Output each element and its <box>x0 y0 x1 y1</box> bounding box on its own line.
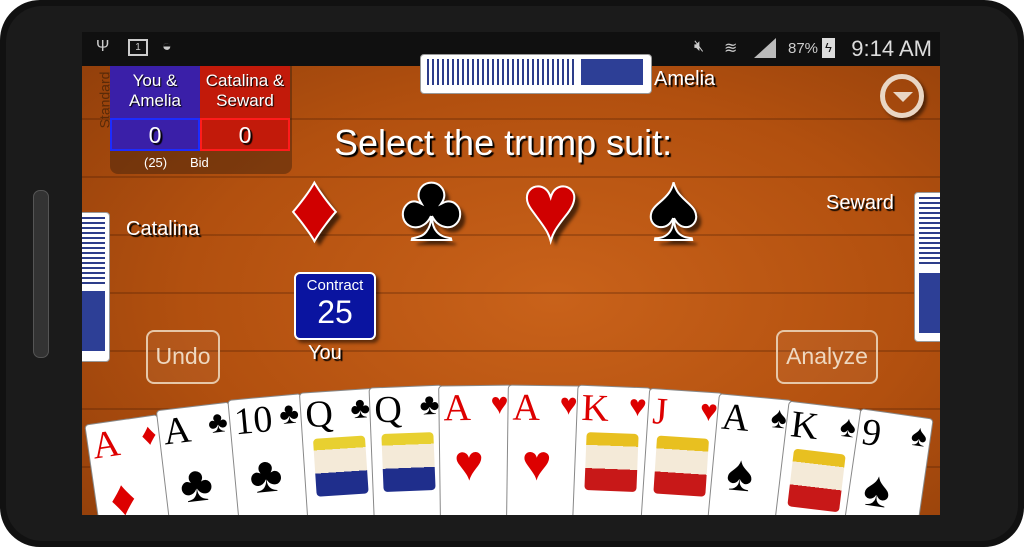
team2-name: Catalina & Seward <box>200 66 290 118</box>
card-suit-icon: ♥ <box>490 387 509 421</box>
menu-dropdown-button[interactable] <box>880 74 924 118</box>
card-rank: 10 <box>232 398 275 444</box>
card-rank: K <box>580 386 610 430</box>
undo-button[interactable]: Undo <box>146 330 220 384</box>
analyze-button[interactable]: Analyze <box>776 330 878 384</box>
wifi-shield-icon: ◒ <box>162 38 172 55</box>
face-card-portrait <box>584 432 639 493</box>
card-pip-icon: ♥ <box>453 434 485 492</box>
battery-percent: 87% <box>788 40 819 57</box>
bid-label: Bid <box>190 155 209 170</box>
card-pip-icon: ♣ <box>176 454 216 514</box>
game-mode-label: Standard <box>96 71 113 129</box>
scoreboard[interactable]: You & Amelia Catalina & Seward 0 0 (25) … <box>110 66 292 174</box>
card-rank: Q <box>373 388 403 432</box>
player-west-name: Catalina <box>126 218 200 240</box>
card-pip-icon: ♥ <box>521 434 552 492</box>
suit-spades-button[interactable]: ♠ <box>647 159 700 257</box>
card-rank: A <box>443 387 472 430</box>
mute-icon: 🔇︎ <box>694 38 705 55</box>
card-suit-icon: ♣ <box>277 396 301 432</box>
team2-score: 0 <box>200 118 290 151</box>
contract-badge: Contract 25 <box>294 272 376 340</box>
east-hand-backs <box>914 192 940 342</box>
bid-value: (25) <box>144 155 168 170</box>
card-pip-icon: ♠ <box>860 459 895 515</box>
wifi-icon: ≋ <box>724 40 738 57</box>
card-suit-icon: ♣ <box>206 405 230 441</box>
card-rank: J <box>651 390 669 434</box>
player-east-name: Seward <box>826 192 894 214</box>
screen-1-icon: 1 <box>128 39 148 56</box>
card-suit-icon: ♠ <box>908 418 930 454</box>
north-hand-backs <box>420 54 652 94</box>
card-suit-icon: ♦ <box>138 417 159 453</box>
card-rank: A <box>161 408 194 454</box>
face-card-portrait <box>312 435 369 497</box>
hand-card[interactable]: K ♥ <box>572 384 652 515</box>
battery-charging-icon: ϟ <box>822 38 835 58</box>
card-pip-icon: ♣ <box>246 445 285 505</box>
contract-label: Contract <box>306 277 364 294</box>
game-screen: Ψ 1 ◒ 🔇︎ ≋ 87% ϟ 9:14 AM You & Amelia Ca… <box>82 32 940 515</box>
team1-score: 0 <box>110 118 200 151</box>
trump-prompt: Select the trump suit: <box>334 122 673 163</box>
suit-diamonds-button[interactable]: ♦ <box>289 159 340 257</box>
card-rank: K <box>788 403 821 449</box>
card-pip-icon: ♦ <box>106 468 140 515</box>
card-suit-icon: ♣ <box>418 387 440 422</box>
suit-hearts-button[interactable]: ♥ <box>521 159 580 257</box>
player-north-name: Amelia <box>654 68 716 90</box>
card-pip-icon: ♠ <box>724 444 756 503</box>
signal-icon <box>754 38 776 58</box>
card-suit-icon: ♥ <box>628 389 648 424</box>
clock: 9:14 AM <box>851 36 932 61</box>
west-hand-backs <box>82 212 110 362</box>
hand-card[interactable]: Q ♣ <box>368 384 448 515</box>
team1-name: You & Amelia <box>110 66 200 118</box>
card-rank: Q <box>304 392 335 437</box>
face-card-portrait <box>653 435 710 497</box>
face-card-portrait <box>381 432 436 493</box>
speaker-grille <box>33 190 49 358</box>
card-rank: A <box>512 386 541 429</box>
usb-icon: Ψ <box>96 38 110 55</box>
card-rank: 9 <box>859 410 884 456</box>
contract-value: 25 <box>317 294 353 330</box>
player-south-name: You <box>308 342 342 364</box>
card-rank: A <box>719 395 752 440</box>
suit-clubs-button[interactable]: ♣ <box>399 159 464 257</box>
face-card-portrait <box>787 448 846 513</box>
card-suit-icon: ♥ <box>559 388 578 422</box>
hand-card[interactable]: A ♥ ♥ <box>438 384 514 515</box>
hand-card[interactable]: A ♥ ♥ <box>506 384 582 515</box>
card-rank: A <box>89 422 123 468</box>
